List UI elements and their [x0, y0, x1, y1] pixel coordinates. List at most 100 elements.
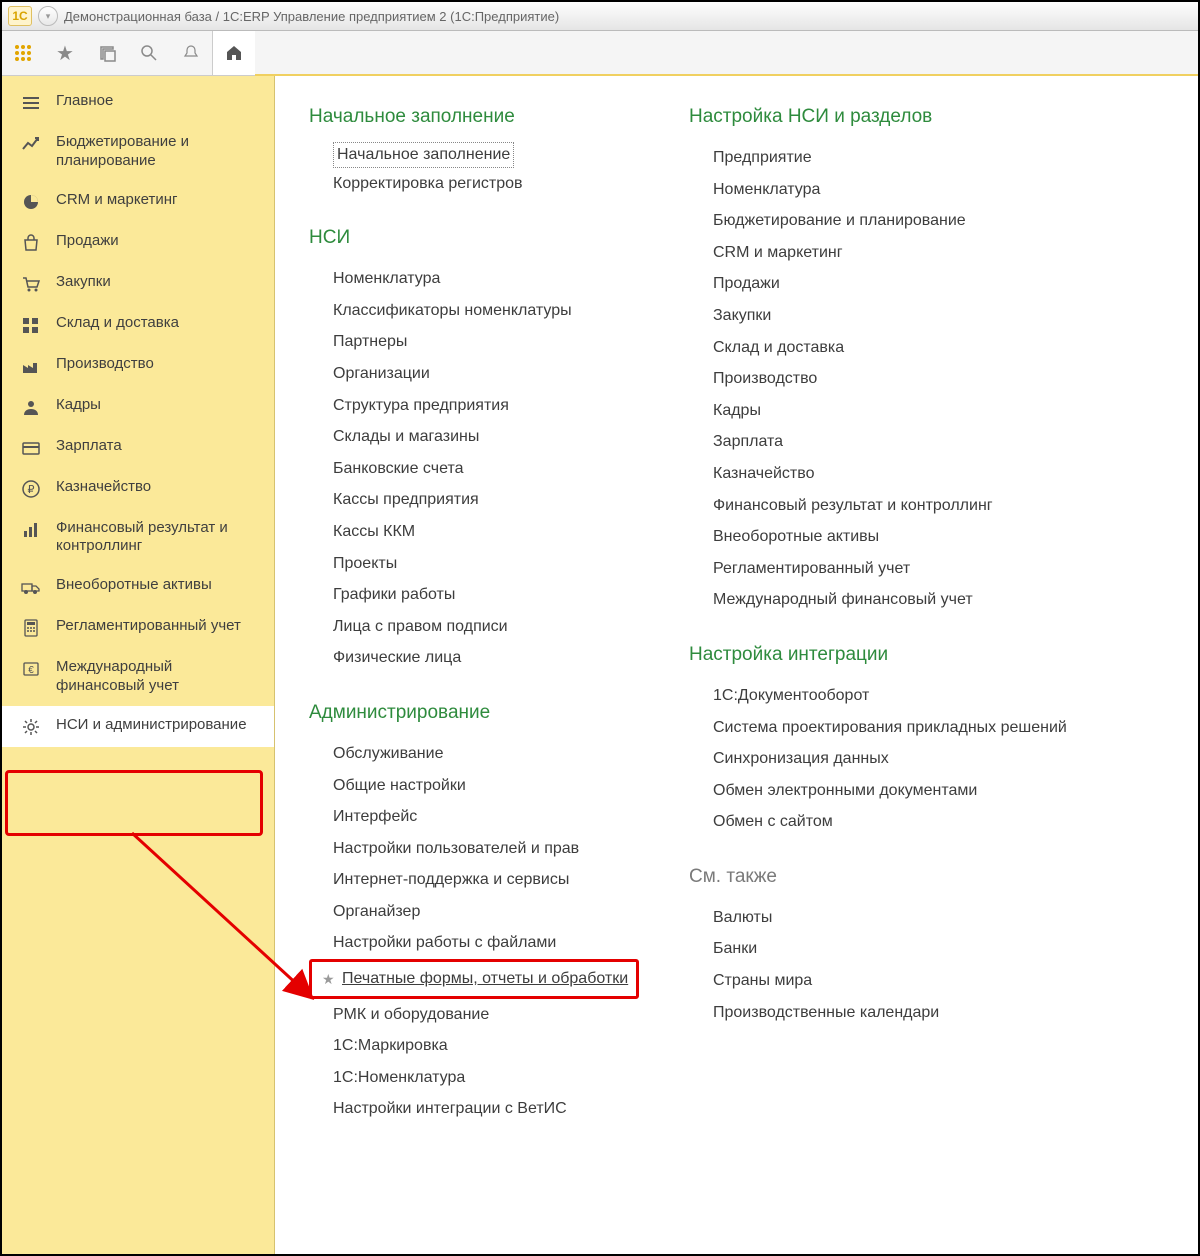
apps-icon	[14, 44, 32, 62]
sidebar-item-label: Закупки	[56, 273, 262, 292]
menu-link[interactable]: Начальное заполнение	[333, 142, 514, 168]
apps-button[interactable]	[2, 31, 44, 75]
sidebar-item-1[interactable]: Бюджетирование и планирование	[2, 123, 274, 181]
menu-link[interactable]: Лица с правом подписи	[309, 611, 649, 643]
pie-icon	[20, 192, 42, 212]
menu-link[interactable]: Общие настройки	[309, 770, 649, 802]
sidebar-item-0[interactable]: Главное	[2, 82, 274, 123]
menu-link[interactable]: Синхронизация данных	[689, 743, 1109, 775]
menu-link[interactable]: Зарплата	[689, 426, 1109, 458]
menu-link[interactable]: Производство	[689, 363, 1109, 395]
menu-link[interactable]: 1С:Номенклатура	[309, 1062, 649, 1094]
sidebar-item-label: Продажи	[56, 232, 262, 251]
menu-link[interactable]: Закупки	[689, 300, 1109, 332]
search-button[interactable]	[128, 31, 170, 75]
main-panel: Начальное заполнение Начальное заполнение…	[275, 76, 1198, 1254]
menu-link[interactable]: Обмен электронными документами	[689, 775, 1109, 807]
menu-link[interactable]: Система проектирования прикладных решени…	[689, 712, 1109, 744]
sidebar-item-9[interactable]: ₽Казначейство	[2, 468, 274, 509]
sidebar-item-12[interactable]: Регламентированный учет	[2, 607, 274, 648]
sidebar-item-8[interactable]: Зарплата	[2, 427, 274, 468]
menu-link[interactable]: Продажи	[689, 268, 1109, 300]
menu-link[interactable]: Предприятие	[689, 142, 1109, 174]
notifications-button[interactable]	[170, 31, 212, 75]
menu-link[interactable]: Номенклатура	[309, 263, 649, 295]
sidebar-item-label: Регламентированный учет	[56, 617, 262, 636]
menu-link[interactable]: 1С:Документооборот	[689, 680, 1109, 712]
menu-link[interactable]: Склады и магазины	[309, 421, 649, 453]
menu-link[interactable]: Структура предприятия	[309, 390, 649, 422]
svg-text:€: €	[28, 665, 34, 676]
sidebar-item-13[interactable]: €Международный финансовый учет	[2, 648, 274, 706]
menu-link[interactable]: Обслуживание	[309, 738, 649, 770]
section-title: Администрирование	[309, 702, 649, 724]
menu-link[interactable]: Валюты	[689, 902, 1109, 934]
body: ГлавноеБюджетирование и планированиеCRM …	[2, 76, 1198, 1254]
section: Начальное заполнение Начальное заполнение…	[309, 106, 649, 199]
window-title: Демонстрационная база / 1С:ERP Управлени…	[64, 9, 559, 24]
cart-icon	[20, 274, 42, 294]
sidebar-item-10[interactable]: Финансовый результат и контроллинг	[2, 509, 274, 567]
menu-link[interactable]: Банковские счета	[309, 453, 649, 485]
menu-link[interactable]: Номенклатура	[689, 174, 1109, 206]
menu-link[interactable]: Финансовый результат и контроллинг	[689, 490, 1109, 522]
menu-link[interactable]: Казначейство	[689, 458, 1109, 490]
sidebar-item-label: Внеоборотные активы	[56, 576, 262, 595]
menu-link[interactable]: Банки	[689, 933, 1109, 965]
menu-link[interactable]: Производственные календари	[689, 997, 1109, 1029]
sidebar-item-label: НСИ и администрирование	[56, 716, 262, 735]
sidebar-item-14[interactable]: НСИ и администрирование	[2, 706, 274, 747]
history-icon	[98, 44, 116, 62]
menu-link[interactable]: Партнеры	[309, 326, 649, 358]
sidebar-item-label: Склад и доставка	[56, 314, 262, 333]
sidebar-item-6[interactable]: Производство	[2, 345, 274, 386]
menu-link[interactable]: 1С:Маркировка	[309, 1030, 649, 1062]
menu-link[interactable]: Организации	[309, 358, 649, 390]
sidebar-item-3[interactable]: Продажи	[2, 222, 274, 263]
menu-link[interactable]: Страны мира	[689, 965, 1109, 997]
sidebar-item-4[interactable]: Закупки	[2, 263, 274, 304]
menu-link[interactable]: Корректировка регистров	[309, 168, 649, 200]
sidebar-item-2[interactable]: CRM и маркетинг	[2, 181, 274, 222]
menu-link[interactable]: Склад и доставка	[689, 332, 1109, 364]
sidebar-item-5[interactable]: Склад и доставка	[2, 304, 274, 345]
home-button[interactable]	[212, 31, 255, 75]
titlebar: 1C ▾ Демонстрационная база / 1С:ERP Упра…	[2, 2, 1198, 31]
calc-icon	[20, 618, 42, 638]
menu-link[interactable]: Органайзер	[309, 896, 649, 928]
menu-link[interactable]: Международный финансовый учет	[689, 584, 1109, 616]
sidebar-item-11[interactable]: Внеоборотные активы	[2, 566, 274, 607]
section: НСИНоменклатураКлассификаторы номенклату…	[309, 227, 649, 674]
menu-link[interactable]: Интернет-поддержка и сервисы	[309, 864, 649, 896]
menu-link[interactable]: Кассы предприятия	[309, 484, 649, 516]
dropdown-button[interactable]: ▾	[38, 6, 58, 26]
menu-link[interactable]: Обмен с сайтом	[689, 806, 1109, 838]
menu-link[interactable]: Печатные формы, отчеты и обработки	[320, 965, 628, 993]
menu-link[interactable]: Классификаторы номенклатуры	[309, 295, 649, 327]
menu-link[interactable]: Кассы ККМ	[309, 516, 649, 548]
annotation-link-highlight: Печатные формы, отчеты и обработки	[309, 959, 639, 999]
gear-icon	[20, 717, 42, 737]
menu-link[interactable]: Регламентированный учет	[689, 553, 1109, 585]
menu-link[interactable]: Графики работы	[309, 579, 649, 611]
sidebar-item-label: Казначейство	[56, 478, 262, 497]
favorites-button[interactable]: ★	[44, 31, 86, 75]
menu-link[interactable]: Настройки пользователей и прав	[309, 833, 649, 865]
sidebar-item-label: Главное	[56, 92, 262, 111]
menu-link[interactable]: РМК и оборудование	[309, 999, 649, 1031]
menu-link[interactable]: CRM и маркетинг	[689, 237, 1109, 269]
sidebar-item-label: CRM и маркетинг	[56, 191, 262, 210]
menu-link[interactable]: Физические лица	[309, 642, 649, 674]
menu-link[interactable]: Кадры	[689, 395, 1109, 427]
menu-link[interactable]: Интерфейс	[309, 801, 649, 833]
sidebar-item-7[interactable]: Кадры	[2, 386, 274, 427]
menu-link[interactable]: Настройки интеграции с ВетИС	[309, 1093, 649, 1125]
menu-link[interactable]: Бюджетирование и планирование	[689, 205, 1109, 237]
menu-link[interactable]: Внеоборотные активы	[689, 521, 1109, 553]
column-right: Настройка НСИ и разделовПредприятиеНомен…	[689, 106, 1109, 1153]
menu-link[interactable]: Настройки работы с файлами	[309, 927, 649, 959]
section-title: Начальное заполнение	[309, 106, 649, 128]
menu-link[interactable]: Проекты	[309, 548, 649, 580]
person-icon	[20, 397, 42, 417]
history-button[interactable]	[86, 31, 128, 75]
